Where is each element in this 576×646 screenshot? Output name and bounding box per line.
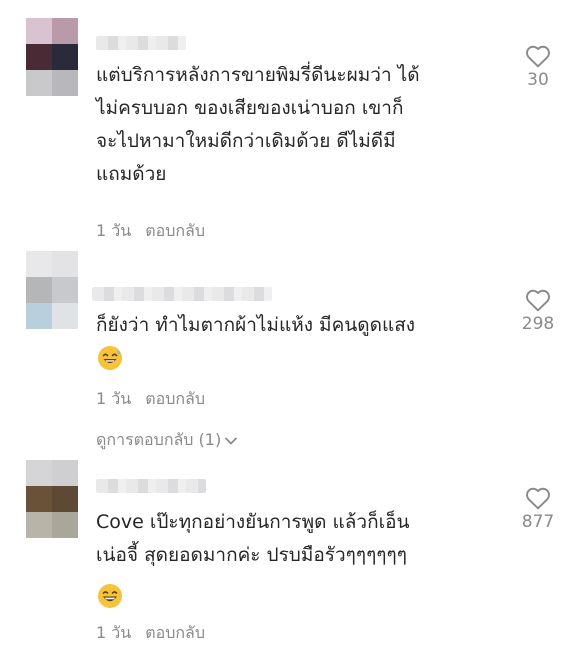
username-blurred[interactable] (96, 479, 206, 493)
sweat-smile-emoji (98, 346, 122, 370)
username-blurred[interactable] (96, 36, 186, 50)
like-button[interactable]: 30 (513, 44, 563, 90)
reply-button[interactable]: ตอบกลับ (145, 623, 205, 642)
view-replies-label: ดูการตอบกลับ (1) (96, 430, 222, 449)
avatar[interactable] (26, 18, 78, 96)
heart-outline-icon (526, 289, 550, 312)
avatar-pixel (26, 512, 52, 538)
avatar-pixel (26, 460, 52, 486)
avatar-pixel (52, 303, 78, 329)
comment-time: 1 วัน (96, 221, 132, 240)
comment-text: แต่บริการหลังการขายพิมรี่ดีนะผมว่า ได้ ไ… (96, 64, 420, 185)
grinning-emoji (98, 584, 122, 608)
comment-meta: 1 วัน ตอบกลับ (96, 219, 205, 244)
like-count: 877 (521, 512, 555, 532)
avatar-pixel (26, 277, 52, 303)
comment-time: 1 วัน (96, 389, 132, 408)
chevron-down-icon (225, 437, 238, 444)
avatar[interactable] (26, 251, 78, 329)
avatar-pixel (52, 460, 78, 486)
like-button[interactable]: 877 (513, 486, 563, 532)
heart-outline-icon (526, 45, 550, 68)
reply-button[interactable]: ตอบกลับ (145, 221, 205, 240)
avatar-pixel (26, 18, 52, 44)
avatar-pixel (52, 486, 78, 512)
avatar-pixel (52, 512, 78, 538)
reply-button[interactable]: ตอบกลับ (145, 389, 205, 408)
comment-text: ก็ยังว่า ทำไมตากผ้าไม่แห้ง มีคนดูดแสง (96, 314, 416, 336)
avatar-pixel (26, 303, 52, 329)
avatar-pixel (52, 18, 78, 44)
comment-meta: 1 วัน ตอบกลับ (96, 387, 205, 412)
avatar-pixel (52, 277, 78, 303)
like-count: 30 (527, 70, 549, 90)
like-button[interactable]: 298 (513, 288, 563, 334)
avatar-pixel (52, 44, 78, 70)
avatar-pixel (26, 70, 52, 96)
comment-time: 1 วัน (96, 623, 132, 642)
view-replies-button[interactable]: ดูการตอบกลับ (1) (96, 428, 238, 453)
heart-outline-icon (526, 487, 550, 510)
username-blurred[interactable] (92, 287, 272, 301)
comment-meta: 1 วัน ตอบกลับ (96, 621, 205, 646)
avatar[interactable] (26, 460, 78, 538)
avatar-pixel (26, 486, 52, 512)
avatar-pixel (26, 44, 52, 70)
like-count: 298 (521, 314, 555, 334)
avatar-pixel (52, 251, 78, 277)
avatar-pixel (26, 251, 52, 277)
avatar-pixel (52, 70, 78, 96)
comment-text: Cove เป๊ะทุกอย่างยันการพูด แล้วก็เอ็น เน… (96, 511, 410, 566)
